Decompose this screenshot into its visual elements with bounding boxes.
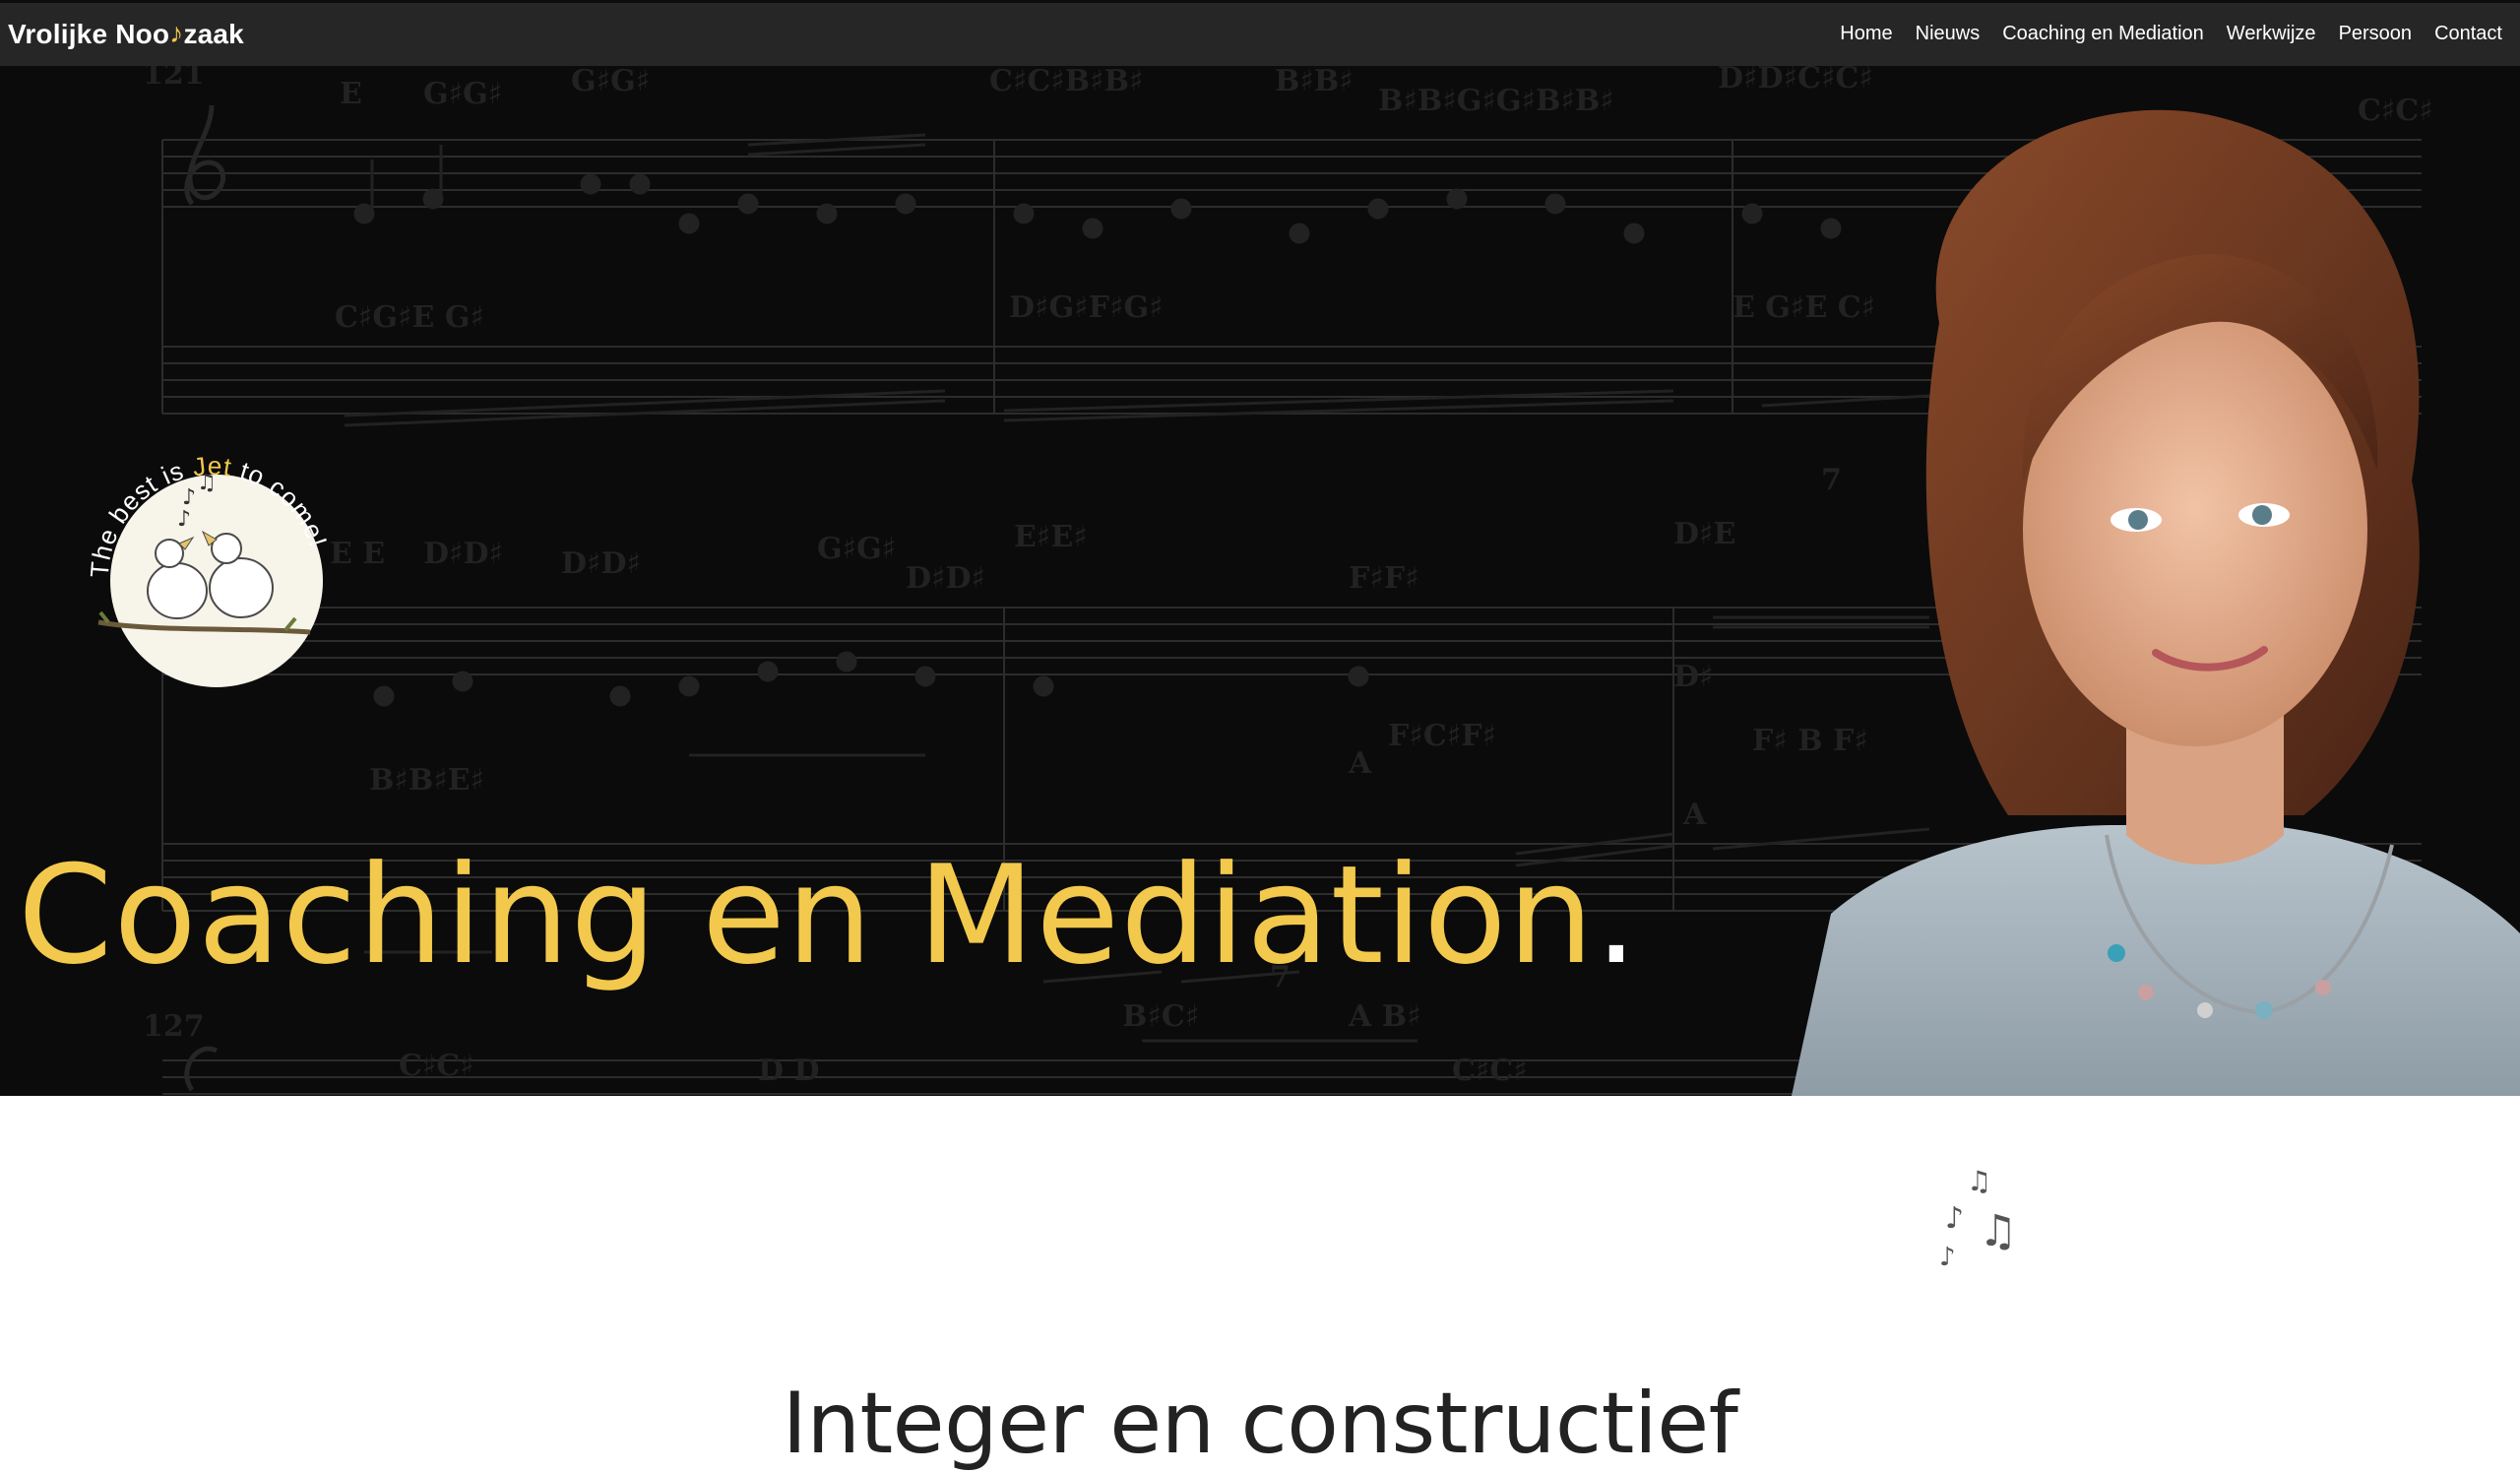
svg-text:121: 121 [143,66,205,92]
svg-text:B♯C♯: B♯C♯ [1122,999,1199,1034]
svg-text:D♯: D♯ [1673,660,1714,694]
brand-logo-link[interactable]: Vrolijke Noo♪zaak [8,18,244,50]
svg-text:D♯D♯: D♯D♯ [561,546,641,581]
svg-text:B♯B♯: B♯B♯ [1275,66,1354,98]
svg-text:A B♯: A B♯ [1348,999,1421,1034]
svg-text:C♯C♯: C♯C♯ [1452,1054,1528,1088]
nav-item-nieuws[interactable]: Nieuws [1916,23,1981,45]
main-menu: Home Nieuws Coaching en Mediation Werkwi… [1817,23,2502,45]
svg-text:A: A [1682,798,1707,832]
svg-text:G♯G♯: G♯G♯ [817,532,896,566]
svg-text:B♯B♯E♯: B♯B♯E♯ [369,763,484,798]
svg-text:D♯E: D♯E [1673,517,1735,551]
nav-item-home[interactable]: Home [1840,23,1892,45]
svg-text:D♯G♯F♯G♯: D♯G♯F♯G♯ [1009,290,1164,325]
birds-badge-logo: The best is Jet to come! ♪♫♪ [85,451,333,687]
section-title: Integer en constructief [782,1375,1738,1473]
svg-text:♫: ♫ [1979,1206,2017,1256]
svg-text:C♯C♯B♯B♯: C♯C♯B♯B♯ [989,66,1144,98]
svg-text:♪: ♪ [177,507,191,532]
svg-text:B♯B♯G♯G♯B♯B♯: B♯B♯G♯G♯B♯B♯ [1378,84,1614,118]
music-note-icon: ♪ [169,18,184,48]
svg-text:♪: ♪ [1945,1201,1964,1236]
svg-text:♪: ♪ [1939,1243,1956,1271]
nav-item-persoon[interactable]: Persoon [2339,23,2413,45]
svg-text:G♯G♯: G♯G♯ [571,66,650,98]
nav-item-werkwijze[interactable]: Werkwijze [2227,23,2316,45]
svg-text:A: A [1348,746,1372,781]
svg-text:F♯C♯F♯: F♯C♯F♯ [1388,719,1496,753]
music-notes-icon: ♫ ♪ ♫ ♪ [1939,1167,2017,1271]
svg-text:E E: E E [330,537,385,571]
svg-text:D♯D♯: D♯D♯ [906,561,985,596]
brand-name-part2: zaak [183,19,244,49]
svg-text:♫: ♫ [197,471,217,495]
nav-item-coaching-en-mediation[interactable]: Coaching en Mediation [2002,23,2204,45]
nav-item-contact[interactable]: Contact [2434,23,2502,45]
svg-text:G♯G♯: G♯G♯ [423,77,502,111]
portrait-photo [1792,109,2520,1096]
hero-title-dot: . [1595,836,1639,995]
svg-text:♫: ♫ [1967,1167,1991,1197]
svg-text:D♯D♯: D♯D♯ [423,537,503,571]
svg-text:F♯F♯: F♯F♯ [1349,561,1419,596]
brand-name-part1: Vrolijke Noo [8,19,170,49]
hero-title-text: Coaching en Mediation [18,836,1596,995]
svg-text:C♯C♯: C♯C♯ [399,1049,474,1083]
svg-text:E♯E♯: E♯E♯ [1014,520,1088,554]
hero-title: Coaching en Mediation. [18,836,1639,994]
svg-text:E: E [340,77,362,111]
svg-text:C♯G♯E G♯: C♯G♯E G♯ [335,300,484,335]
top-navigation-bar: Vrolijke Noo♪zaak Home Nieuws Coaching e… [0,0,2520,66]
svg-text:127: 127 [143,1009,205,1044]
svg-text:D D: D D [758,1054,819,1088]
